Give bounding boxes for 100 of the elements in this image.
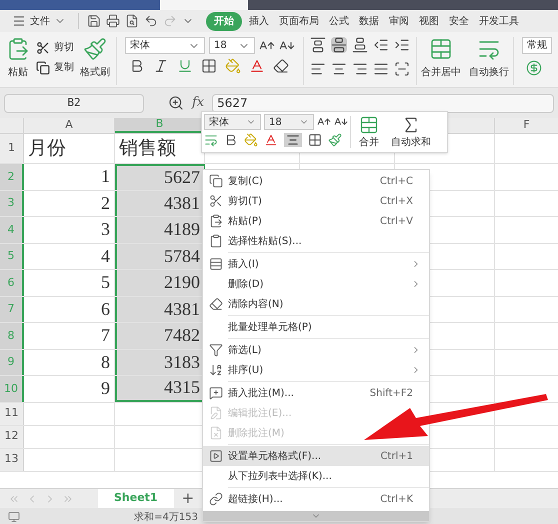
align-center-icon[interactable] bbox=[284, 133, 302, 147]
table-cell-text: 8 bbox=[101, 350, 110, 374]
copy-icon bbox=[36, 60, 50, 74]
add-sheet-button[interactable]: + bbox=[174, 487, 202, 510]
merge-cells-icon bbox=[429, 37, 453, 61]
table-cell-text: 9 bbox=[101, 377, 110, 400]
cut-button[interactable]: 剪切 bbox=[36, 40, 74, 55]
row-header[interactable]: 13 bbox=[0, 448, 24, 470]
paste-icon bbox=[208, 214, 222, 228]
copy-icon bbox=[208, 174, 222, 188]
function-label[interactable]: fx bbox=[192, 93, 204, 113]
number-format-field[interactable]: 常规 bbox=[522, 37, 552, 54]
paste-button[interactable]: 粘贴 bbox=[6, 37, 30, 85]
print-preview-icon[interactable] bbox=[125, 14, 139, 28]
table-cell-text: 7482 bbox=[164, 324, 200, 348]
table-cell-text: 5784 bbox=[164, 244, 200, 268]
menu-item[interactable]: 选择性粘贴(S)... bbox=[203, 231, 429, 251]
filter-icon bbox=[208, 343, 222, 357]
table-cell-text: 4315 bbox=[164, 376, 200, 400]
menu-item[interactable]: 排序(U) bbox=[203, 360, 429, 380]
clipboard-icon bbox=[208, 234, 222, 248]
row-header[interactable]: 11 bbox=[0, 402, 24, 424]
sort-icon bbox=[208, 363, 222, 377]
fill-color-icon[interactable] bbox=[244, 133, 258, 147]
row-header[interactable]: 12 bbox=[0, 426, 24, 448]
name-box[interactable]: B2 bbox=[4, 94, 144, 112]
table-cell-text: 5627 bbox=[164, 166, 200, 190]
menu-item[interactable]: 粘贴(P) Ctrl+V bbox=[203, 211, 429, 231]
print-icon[interactable] bbox=[106, 14, 120, 28]
ribbon-tab[interactable]: 公式 bbox=[325, 14, 353, 28]
table-cell-text: 5 bbox=[101, 271, 110, 294]
format-painter-button[interactable]: 格式刷 bbox=[80, 37, 110, 85]
status-summary: 求和=4万153 bbox=[134, 510, 198, 524]
menu-item[interactable]: 删除(D) bbox=[203, 274, 429, 294]
table-cell-text: 3 bbox=[101, 218, 110, 242]
menu-item[interactable]: 批量处理单元格(P) bbox=[203, 317, 429, 337]
table-cell-text: 7 bbox=[101, 324, 110, 348]
menu-item[interactable]: 从下拉列表中选择(K)... bbox=[203, 466, 429, 486]
fill-color-icon[interactable] bbox=[225, 58, 241, 74]
align-left-icon[interactable] bbox=[310, 61, 326, 77]
font-color-icon[interactable] bbox=[249, 58, 265, 74]
file-menu[interactable]: 文件 bbox=[4, 14, 74, 28]
font-field[interactable]: 宋体 bbox=[204, 114, 261, 130]
table-cell-text: 4381 bbox=[164, 192, 200, 215]
align-top-icon[interactable] bbox=[310, 37, 326, 53]
wrap-text-button[interactable]: 自动换行 bbox=[465, 37, 513, 80]
wrap-icon[interactable] bbox=[204, 133, 218, 147]
paintbrush-icon bbox=[83, 37, 107, 61]
ribbon-tab[interactable]: 数据 bbox=[355, 14, 383, 28]
menu-item[interactable]: 设置单元格格式(F)... Ctrl+1 bbox=[203, 446, 429, 466]
merge-button[interactable]: 合并 bbox=[351, 112, 387, 152]
menu-item[interactable]: 插入(I) bbox=[203, 254, 429, 274]
copy-button[interactable]: 复制 bbox=[36, 60, 74, 75]
save-icon[interactable] bbox=[87, 14, 101, 28]
menu-item[interactable]: 超链接(H)... Ctrl+K bbox=[203, 489, 429, 509]
autosum-button[interactable]: 自动求和 bbox=[387, 112, 435, 152]
menu-item[interactable]: 筛选(L) bbox=[203, 340, 429, 360]
borders-icon[interactable] bbox=[201, 58, 217, 74]
font-field[interactable]: 宋体 bbox=[125, 37, 205, 54]
ribbon-tab[interactable]: 视图 bbox=[415, 14, 443, 28]
borders-icon[interactable] bbox=[308, 133, 322, 147]
link-icon bbox=[208, 492, 222, 506]
align-right-icon[interactable] bbox=[352, 61, 368, 77]
formula-field[interactable]: 5627 bbox=[212, 94, 554, 112]
ribbon-tab[interactable]: 审阅 bbox=[385, 14, 413, 28]
menu-icon bbox=[12, 14, 26, 28]
italic-icon[interactable] bbox=[153, 58, 169, 74]
ribbon-tab[interactable]: 插入 bbox=[245, 14, 273, 28]
menu-item[interactable]: 插入批注(M)... Shift+F2 bbox=[203, 383, 429, 403]
currency-icon[interactable] bbox=[526, 60, 542, 76]
menu-item[interactable]: 剪切(T) Ctrl+X bbox=[203, 191, 429, 211]
eraser-icon[interactable] bbox=[273, 58, 289, 74]
align-center-icon[interactable] bbox=[331, 61, 347, 77]
font-size-field[interactable]: 18 bbox=[209, 37, 255, 54]
menu-item[interactable]: 清除内容(N) bbox=[203, 294, 429, 314]
pen-icon bbox=[208, 406, 222, 420]
justify-icon[interactable] bbox=[373, 61, 389, 77]
zoom-icon[interactable] bbox=[168, 95, 184, 111]
undo-icon[interactable] bbox=[144, 14, 158, 28]
monitor-icon[interactable] bbox=[8, 511, 20, 523]
ribbon-tab[interactable]: 安全 bbox=[445, 14, 473, 28]
indent-increase-icon[interactable] bbox=[394, 37, 410, 53]
ribbon-tab[interactable]: 页面布局 bbox=[275, 14, 323, 28]
insert-rows-icon bbox=[208, 257, 222, 271]
row-header[interactable]: 1 bbox=[0, 134, 24, 163]
table-cell-text: 4381 bbox=[164, 298, 200, 321]
indent-decrease-icon[interactable] bbox=[373, 37, 389, 53]
table-cell-text: 2190 bbox=[164, 271, 200, 294]
menu-item[interactable]: 复制(C) Ctrl+C bbox=[203, 171, 429, 191]
bold-icon[interactable] bbox=[224, 133, 238, 147]
table-cell-text: 6 bbox=[101, 298, 110, 321]
ribbon-tab[interactable]: 开发工具 bbox=[475, 14, 523, 28]
font-size-field[interactable]: 18 bbox=[264, 114, 314, 130]
font-color-icon[interactable] bbox=[264, 133, 278, 147]
merge-center-button[interactable]: 合并居中 bbox=[417, 37, 465, 80]
distribute-icon[interactable] bbox=[394, 61, 410, 77]
underline-icon[interactable] bbox=[177, 58, 193, 74]
column-header[interactable]: F bbox=[495, 118, 558, 133]
align-bottom-icon[interactable] bbox=[352, 37, 368, 53]
align-middle-icon[interactable] bbox=[331, 37, 347, 53]
